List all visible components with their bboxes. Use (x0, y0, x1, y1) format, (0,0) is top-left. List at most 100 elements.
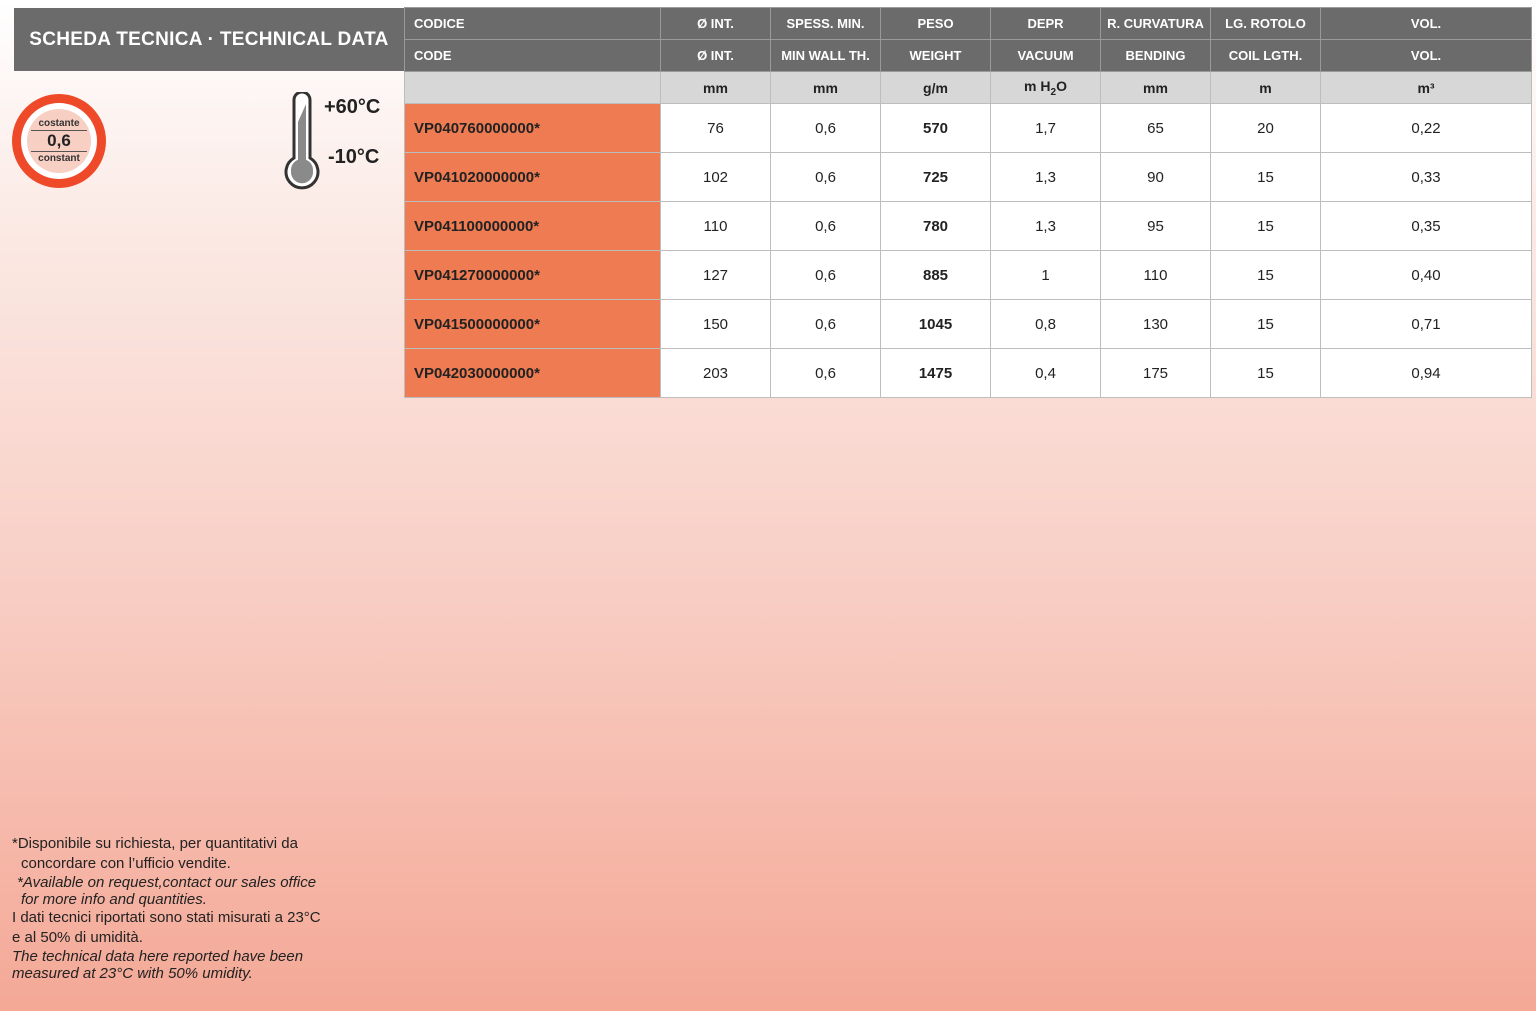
unit-cell (404, 71, 661, 104)
badge-top-label: costante (38, 118, 80, 129)
header-weight-it: PESO (880, 7, 991, 40)
note-availability-en-2: for more info and quantities. (21, 891, 207, 908)
table-cell: 1,3 (990, 152, 1101, 202)
table-row: VP041500000000* 150 0,6 1045 0,8 130 15 0,71 (404, 299, 1532, 349)
note-conditions-it-1: I dati tecnici riportati sono stati misu… (12, 909, 321, 926)
table-cell: 102 (660, 152, 771, 202)
table-cell: 15 (1210, 348, 1321, 398)
note-conditions-en-2: measured at 23°C with 50% umidity. (12, 965, 253, 982)
unit-cell: m (1210, 71, 1321, 104)
header-weight-en: WEIGHT (880, 39, 991, 72)
table-cell: 20 (1210, 103, 1321, 153)
table-cell: 15 (1210, 250, 1321, 300)
table-cell: 15 (1210, 201, 1321, 251)
table-cell: 15 (1210, 152, 1321, 202)
table-cell: 1 (990, 250, 1101, 300)
page-title: SCHEDA TECNICA · TECHNICAL DATA (14, 8, 404, 71)
unit-cell: mm (1100, 71, 1211, 104)
product-code-cell: VP041270000000* (404, 250, 661, 300)
header-code-it: CODICE (404, 7, 661, 40)
header-wall-it: SPESS. MIN. (770, 7, 881, 40)
footnotes: *Disponibile su richiesta, per quantitat… (12, 834, 372, 982)
weight-cell: 885 (880, 250, 991, 300)
table-row: VP042030000000* 203 0,6 1475 0,4 175 15 0,94 (404, 348, 1532, 398)
table-cell: 0,33 (1320, 152, 1532, 202)
table-cell: 150 (660, 299, 771, 349)
header-vacuum-en: VACUUM (990, 39, 1101, 72)
min-temperature: -10°C (328, 146, 380, 168)
table-cell: 0,8 (990, 299, 1101, 349)
header-row-italian: CODICE Ø INT. SPESS. MIN. PESO DEPR R. C… (404, 7, 1532, 40)
note-conditions-it-2: e al 50% di umidità. (12, 929, 143, 946)
badge-bottom-label: constant (38, 153, 80, 164)
thermometer-icon (284, 92, 320, 190)
table-cell: 0,22 (1320, 103, 1532, 153)
product-code-cell: VP042030000000* (404, 348, 661, 398)
note-availability-it-2: concordare con l’ufficio vendite. (21, 855, 231, 872)
badge-value: 0,6 (31, 130, 87, 152)
unit-cell: mm (770, 71, 881, 104)
header-bending-it: R. CURVATURA (1100, 7, 1211, 40)
table-cell: 90 (1100, 152, 1211, 202)
table-row: VP040760000000* 76 0,6 570 1,7 65 20 0,22 (404, 103, 1532, 153)
header-coil-it: LG. ROTOLO (1210, 7, 1321, 40)
table-cell: 0,4 (990, 348, 1101, 398)
note-conditions-en-1: The technical data here reported have be… (12, 948, 304, 965)
table-cell: 0,71 (1320, 299, 1532, 349)
table-row: VP041270000000* 127 0,6 885 1 110 15 0,40 (404, 250, 1532, 300)
weight-cell: 780 (880, 201, 991, 251)
weight-cell: 570 (880, 103, 991, 153)
table-cell: 0,6 (770, 201, 881, 251)
product-code-cell: VP041020000000* (404, 152, 661, 202)
table-row: VP041020000000* 102 0,6 725 1,3 90 15 0,33 (404, 152, 1532, 202)
note-availability-it-1: *Disponibile su richiesta, per quantitat… (12, 835, 298, 852)
product-code-cell: VP040760000000* (404, 103, 661, 153)
header-row-english: CODE Ø INT. MIN WALL TH. WEIGHT VACUUM B… (404, 39, 1532, 72)
units-row: mm mm g/m m H2O mm m m³ (404, 71, 1532, 104)
table-cell: 127 (660, 250, 771, 300)
header-volume-it: VOL. (1320, 7, 1532, 40)
table-cell: 0,6 (770, 152, 881, 202)
table-cell: 15 (1210, 299, 1321, 349)
table-cell: 0,35 (1320, 201, 1532, 251)
product-code-cell: VP041500000000* (404, 299, 661, 349)
table-cell: 1,3 (990, 201, 1101, 251)
header-volume-en: VOL. (1320, 39, 1532, 72)
table-cell: 0,6 (770, 103, 881, 153)
header-code-en: CODE (404, 39, 661, 72)
unit-cell: mm (660, 71, 771, 104)
unit-vacuum-base: m H (1024, 77, 1051, 94)
header-vacuum-it: DEPR (990, 7, 1101, 40)
header-diameter-en: Ø INT. (660, 39, 771, 72)
weight-cell: 1475 (880, 348, 991, 398)
weight-cell: 725 (880, 152, 991, 202)
table-row: VP041100000000* 110 0,6 780 1,3 95 15 0,35 (404, 201, 1532, 251)
table-cell: 110 (660, 201, 771, 251)
table-cell: 65 (1100, 103, 1211, 153)
wall-thickness-badge: costante 0,6 constant (12, 94, 106, 188)
table-cell: 110 (1100, 250, 1211, 300)
header-coil-en: COIL LGTH. (1210, 39, 1321, 72)
header-diameter-it: Ø INT. (660, 7, 771, 40)
unit-cell: m³ (1320, 71, 1532, 104)
note-availability-en-1: *Available on request,contact our sales … (17, 874, 317, 891)
max-temperature: +60°C (324, 96, 381, 118)
table-cell: 0,40 (1320, 250, 1532, 300)
table-cell: 1,7 (990, 103, 1101, 153)
unit-cell: g/m (880, 71, 991, 104)
table-cell: 0,6 (770, 299, 881, 349)
header-bending-en: BENDING (1100, 39, 1211, 72)
table-cell: 175 (1100, 348, 1211, 398)
weight-cell: 1045 (880, 299, 991, 349)
table-cell: 203 (660, 348, 771, 398)
table-cell: 0,94 (1320, 348, 1532, 398)
technical-data-table: CODICE Ø INT. SPESS. MIN. PESO DEPR R. C… (404, 7, 1532, 398)
table-cell: 0,6 (770, 348, 881, 398)
unit-cell-vacuum: m H2O (990, 71, 1101, 104)
table-cell: 130 (1100, 299, 1211, 349)
header-wall-en: MIN WALL TH. (770, 39, 881, 72)
table-cell: 76 (660, 103, 771, 153)
table-cell: 0,6 (770, 250, 881, 300)
table-cell: 95 (1100, 201, 1211, 251)
unit-vacuum-suffix: O (1056, 77, 1067, 94)
